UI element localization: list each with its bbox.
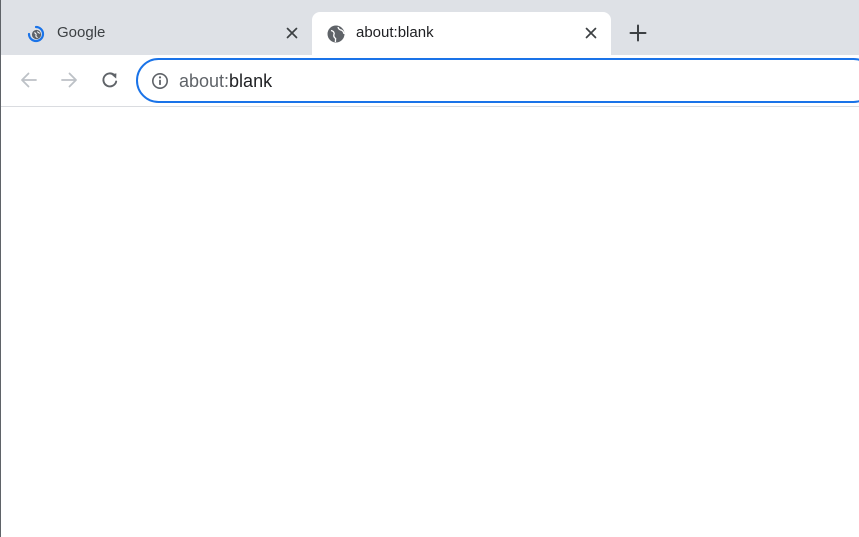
plus-icon — [629, 24, 647, 42]
globe-icon — [326, 24, 346, 44]
arrow-left-icon — [20, 71, 38, 89]
reload-icon — [100, 70, 120, 90]
tab-strip: Google about:blank — [1, 0, 859, 55]
google-loading-icon — [26, 24, 46, 44]
address-bar[interactable]: about:blank — [136, 58, 859, 103]
back-button[interactable] — [15, 66, 43, 94]
url-scheme: about: — [179, 71, 230, 91]
tab-close-icon[interactable] — [281, 22, 303, 44]
tab-about-blank[interactable]: about:blank — [312, 12, 611, 55]
new-tab-button[interactable] — [624, 19, 652, 47]
forward-button[interactable] — [55, 66, 83, 94]
reload-button[interactable] — [96, 66, 124, 94]
tab-google[interactable]: Google — [1, 12, 312, 55]
page-content — [1, 108, 859, 537]
url-path: blank — [229, 71, 273, 91]
info-icon[interactable] — [150, 71, 170, 91]
tab-title: Google — [57, 24, 106, 41]
url-text[interactable]: about:blank — [179, 70, 272, 92]
tab-close-icon[interactable] — [580, 22, 602, 44]
toolbar: about:blank — [1, 55, 859, 107]
tab-title: about:blank — [356, 24, 434, 41]
browser-window: Google about:blank about:blank — [0, 0, 859, 537]
arrow-right-icon — [60, 71, 78, 89]
